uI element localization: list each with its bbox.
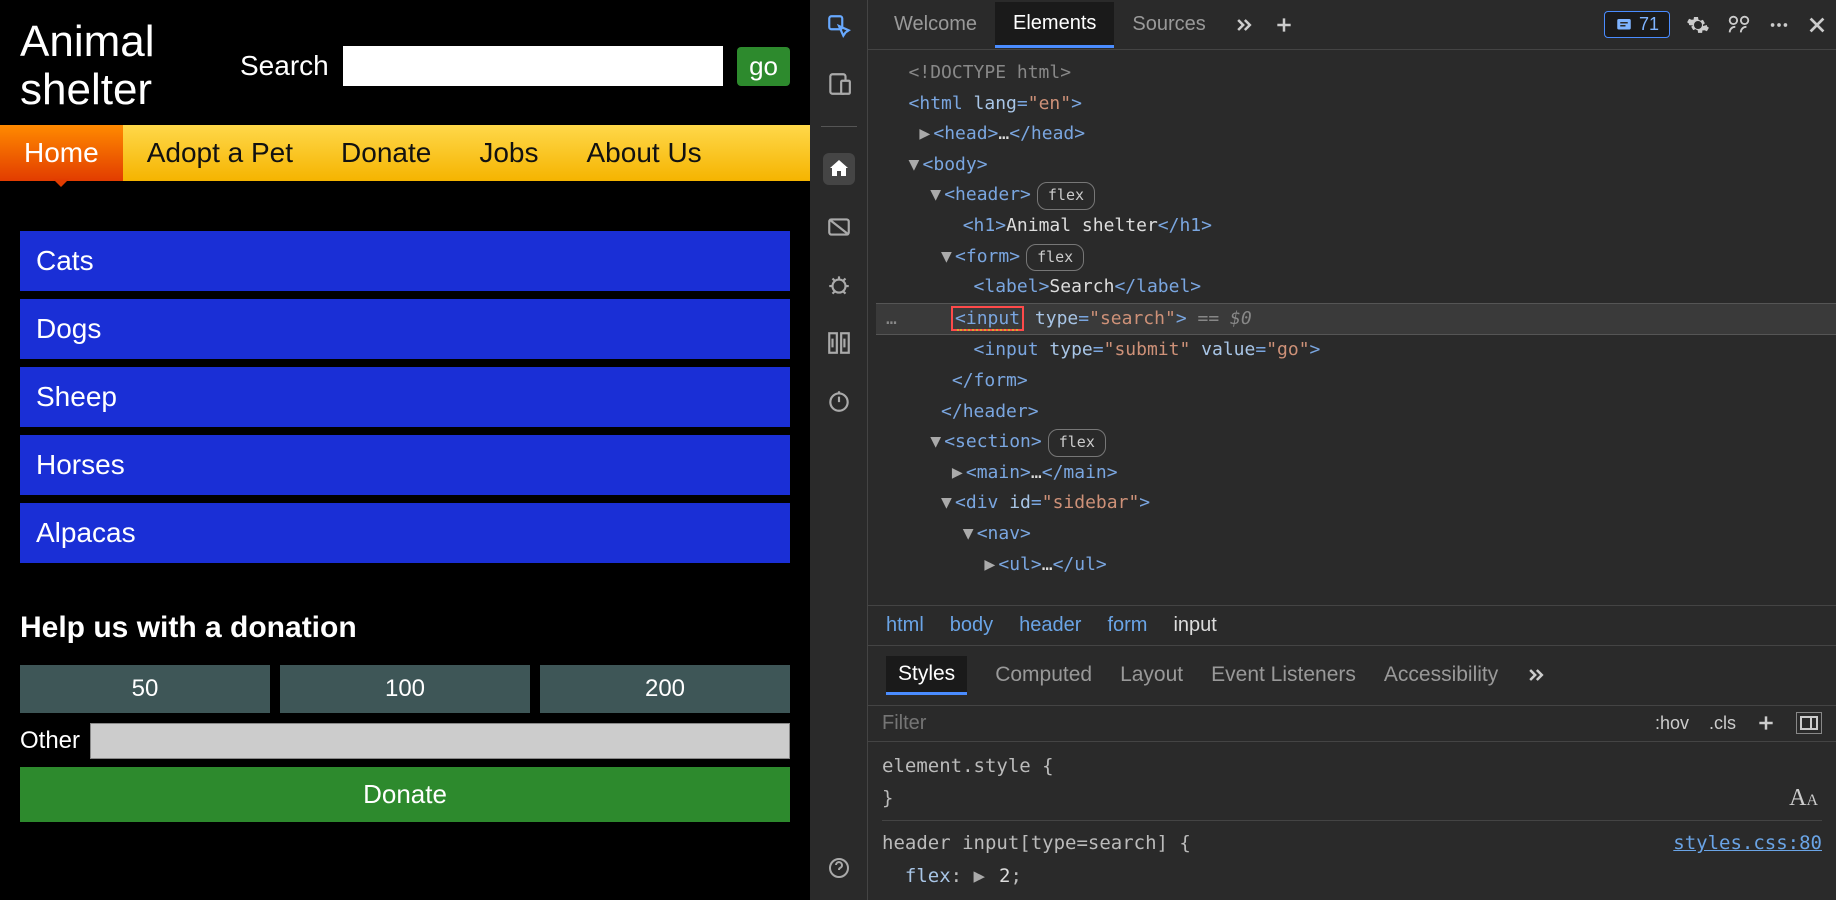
donation-amount-button[interactable]: 100 <box>280 665 530 713</box>
website-viewport: Animal shelter Search go Home Adopt a Pe… <box>0 0 810 900</box>
styles-tabs: Styles Computed Layout Event Listeners A… <box>868 646 1836 706</box>
performance-icon[interactable] <box>823 385 855 417</box>
animal-list: Cats Dogs Sheep Horses Alpacas <box>0 181 810 581</box>
dom-breadcrumb: html body header form input <box>868 605 1836 646</box>
font-size-icon[interactable]: AA <box>1789 778 1818 819</box>
network-icon[interactable] <box>823 327 855 359</box>
breadcrumb-item[interactable]: input <box>1173 614 1216 637</box>
breadcrumb-item[interactable]: html <box>886 614 924 637</box>
devtools-toolbar <box>810 0 868 900</box>
close-devtools-icon[interactable] <box>1806 14 1828 36</box>
devtools-panel: Welcome Elements Sources 71 <box>810 0 1836 900</box>
nav-jobs[interactable]: Jobs <box>455 125 562 181</box>
breadcrumb-item[interactable]: header <box>1019 614 1081 637</box>
breadcrumb-item[interactable]: body <box>950 614 993 637</box>
nav-about[interactable]: About Us <box>563 125 726 181</box>
add-tab-icon[interactable] <box>1264 15 1304 35</box>
css-rules-panel[interactable]: element.style { AA } styles.css:80 heade… <box>868 742 1836 900</box>
donation-amount-button[interactable]: 50 <box>20 665 270 713</box>
search-submit-button[interactable]: go <box>737 47 790 86</box>
hov-toggle[interactable]: :hov <box>1655 713 1689 734</box>
issues-badge[interactable]: 71 <box>1604 11 1670 38</box>
nav-home[interactable]: Home <box>0 125 123 181</box>
search-form: Search go <box>240 46 790 86</box>
device-toggle-icon[interactable] <box>823 68 855 100</box>
breadcrumb-item[interactable]: form <box>1107 614 1147 637</box>
styles-filter-row: :hov .cls <box>868 706 1836 742</box>
more-menu-icon[interactable] <box>1768 14 1790 36</box>
search-label: Search <box>240 50 329 82</box>
feedback-icon[interactable] <box>1726 13 1752 37</box>
image-off-icon[interactable] <box>823 211 855 243</box>
animal-link[interactable]: Horses <box>20 435 790 495</box>
tab-elements[interactable]: Elements <box>995 2 1114 48</box>
inspect-element-icon[interactable] <box>823 10 855 42</box>
css-source-link[interactable]: styles.css:80 <box>1673 827 1822 859</box>
nav-donate[interactable]: Donate <box>317 125 455 181</box>
dom-tree[interactable]: <!DOCTYPE html> <html lang="en"> ▶<head>… <box>868 50 1836 605</box>
bug-icon[interactable] <box>823 269 855 301</box>
tab-sources[interactable]: Sources <box>1114 3 1223 46</box>
more-styles-chevron-icon[interactable] <box>1526 665 1546 685</box>
styles-tab-accessibility[interactable]: Accessibility <box>1384 663 1498 687</box>
site-title: Animal shelter <box>20 18 220 115</box>
main-nav: Home Adopt a Pet Donate Jobs About Us <box>0 125 810 181</box>
donation-amount-button[interactable]: 200 <box>540 665 790 713</box>
styles-tab-computed[interactable]: Computed <box>995 663 1092 687</box>
more-tabs-chevron-icon[interactable] <box>1224 15 1264 35</box>
styles-filter-input[interactable] <box>882 712 1655 735</box>
nav-adopt[interactable]: Adopt a Pet <box>123 125 317 181</box>
cls-toggle[interactable]: .cls <box>1709 713 1736 734</box>
tab-welcome[interactable]: Welcome <box>876 3 995 46</box>
styles-tab-listeners[interactable]: Event Listeners <box>1211 663 1356 687</box>
settings-gear-icon[interactable] <box>1686 13 1710 37</box>
site-header: Animal shelter Search go <box>0 0 810 125</box>
issues-count: 71 <box>1639 14 1659 35</box>
donation-heading: Help us with a donation <box>20 611 790 645</box>
home-icon[interactable] <box>823 153 855 185</box>
animal-link[interactable]: Sheep <box>20 367 790 427</box>
donation-other-label: Other <box>20 727 80 755</box>
styles-tab-styles[interactable]: Styles <box>886 656 967 695</box>
donate-button[interactable]: Donate <box>20 767 790 822</box>
donation-section: Help us with a donation 50 100 200 Other… <box>0 581 810 822</box>
animal-link[interactable]: Alpacas <box>20 503 790 563</box>
animal-link[interactable]: Dogs <box>20 299 790 359</box>
devtools-tabs: Welcome Elements Sources 71 <box>868 0 1836 50</box>
animal-link[interactable]: Cats <box>20 231 790 291</box>
new-style-rule-icon[interactable] <box>1756 713 1776 733</box>
styles-tab-layout[interactable]: Layout <box>1120 663 1183 687</box>
donation-other-input[interactable] <box>90 723 790 759</box>
help-icon[interactable] <box>823 852 855 884</box>
computed-sidebar-toggle-icon[interactable] <box>1796 712 1822 734</box>
search-input[interactable] <box>343 46 723 86</box>
